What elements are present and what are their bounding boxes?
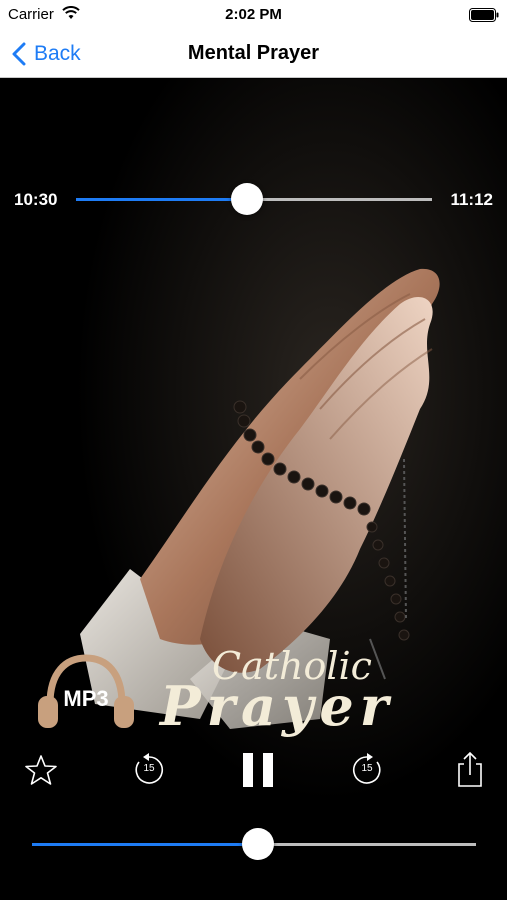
- mp3-badge: MP3: [63, 686, 109, 711]
- pause-button[interactable]: [238, 750, 278, 790]
- rewind-seconds: 15: [143, 763, 155, 774]
- elapsed-time: 10:30: [14, 190, 58, 209]
- battery-icon: [469, 8, 499, 22]
- catholic-prayer-logo: MP3 Catholic Prayer: [0, 644, 507, 738]
- volume-fill: [32, 843, 259, 846]
- volume-slider[interactable]: [32, 828, 476, 860]
- progress-fill: [76, 198, 247, 201]
- share-icon: [458, 751, 482, 787]
- status-time: 2:02 PM: [225, 6, 282, 23]
- logo-prayer: Prayer: [160, 674, 395, 738]
- forward-15-button[interactable]: 15: [347, 750, 387, 790]
- progress-thumb[interactable]: [230, 183, 263, 215]
- progress-row: 10:30 11:12: [0, 183, 507, 215]
- forward-seconds: 15: [361, 763, 373, 774]
- volume-row: [0, 828, 507, 860]
- star-icon: [25, 755, 57, 785]
- playback-controls: 15 15: [0, 744, 507, 800]
- audio-player: 10:30 11:12 MP3 Catholic Prayer 15 15: [0, 79, 507, 900]
- navigation-bar: Back Mental Prayer: [0, 30, 507, 78]
- total-time: 11:12: [450, 190, 493, 209]
- rewind-15-button[interactable]: 15: [129, 750, 169, 790]
- pause-icon: [243, 753, 273, 787]
- progress-slider[interactable]: [76, 183, 432, 215]
- share-button[interactable]: [450, 750, 490, 790]
- page-title: Mental Prayer: [187, 42, 320, 64]
- favorite-button[interactable]: [21, 750, 61, 790]
- volume-thumb[interactable]: [242, 828, 275, 860]
- status-bar: Carrier 2:02 PM: [0, 0, 507, 30]
